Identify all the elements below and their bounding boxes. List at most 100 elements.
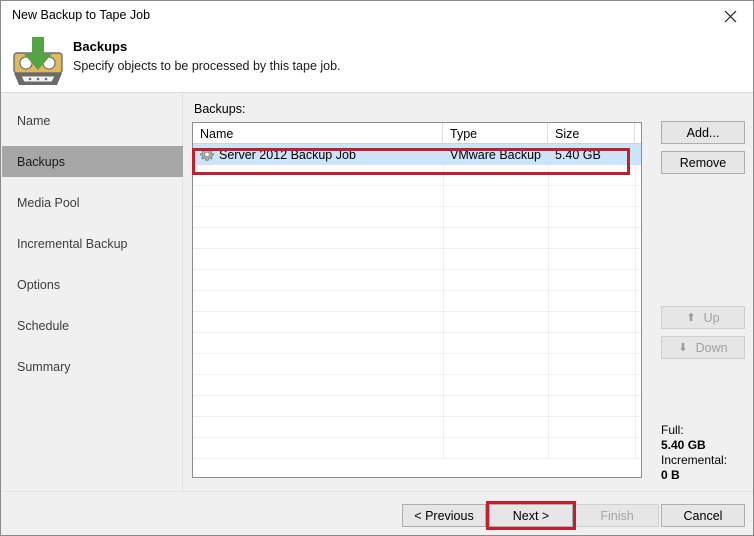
table-row-empty[interactable] <box>193 270 641 291</box>
column-divider <box>548 438 549 459</box>
column-divider <box>548 354 549 375</box>
page-subtitle: Specify objects to be processed by this … <box>73 59 341 73</box>
sidebar-item-label: Schedule <box>17 318 70 333</box>
table-row-empty[interactable] <box>193 312 641 333</box>
column-divider <box>635 165 636 186</box>
column-divider <box>548 396 549 417</box>
column-divider <box>443 291 444 312</box>
column-divider <box>443 375 444 396</box>
column-divider <box>635 186 636 207</box>
column-header-type[interactable]: Type <box>443 123 548 144</box>
table-row-empty[interactable] <box>193 186 641 207</box>
table-row-empty[interactable] <box>193 207 641 228</box>
column-divider <box>443 270 444 291</box>
column-divider <box>443 186 444 207</box>
column-divider <box>635 333 636 354</box>
incremental-value: 0 B <box>661 468 680 482</box>
table-row-empty[interactable] <box>193 333 641 354</box>
sidebar-item-label: Backups <box>17 154 65 169</box>
table-row-empty[interactable] <box>193 354 641 375</box>
table-row-empty[interactable] <box>193 438 641 459</box>
column-divider <box>548 270 549 291</box>
column-divider <box>548 333 549 354</box>
cell-size: 5.40 GB <box>555 147 601 162</box>
column-divider <box>635 249 636 270</box>
totals-summary: Full: 5.40 GB Incremental: 0 B <box>661 423 727 483</box>
sidebar-item-label: Incremental Backup <box>17 236 128 251</box>
column-divider <box>635 417 636 438</box>
column-divider <box>635 228 636 249</box>
column-divider <box>635 291 636 312</box>
button-label: Up <box>703 310 720 325</box>
column-divider <box>548 165 549 186</box>
column-header-size[interactable]: Size <box>548 123 635 144</box>
table-row-empty[interactable] <box>193 396 641 417</box>
main-panel: Backups: Name Type Size Server 2012 Backup… <box>183 93 753 491</box>
cancel-button[interactable]: Cancel <box>661 504 745 527</box>
column-divider <box>548 186 549 207</box>
table-row-empty[interactable] <box>193 249 641 270</box>
sidebar-item-media-pool[interactable]: Media Pool <box>2 187 183 218</box>
column-header-name[interactable]: Name <box>193 123 443 144</box>
column-divider <box>443 333 444 354</box>
column-divider <box>548 249 549 270</box>
add-button[interactable]: Add... <box>661 121 745 144</box>
sidebar-item-name[interactable]: Name <box>2 105 183 136</box>
arrow-up-icon: ⬆ <box>686 312 696 324</box>
column-divider <box>635 375 636 396</box>
column-divider <box>443 354 444 375</box>
column-divider <box>443 228 444 249</box>
button-label: Add... <box>686 125 720 140</box>
column-divider <box>548 375 549 396</box>
sidebar-item-incremental-backup[interactable]: Incremental Backup <box>2 228 183 259</box>
backups-table[interactable]: Name Type Size Server 2012 Backup Job VMwar… <box>192 122 642 478</box>
table-row-empty[interactable] <box>193 228 641 249</box>
table-row-empty[interactable] <box>193 291 641 312</box>
finish-button: Finish <box>575 504 659 527</box>
table-header-row: Name Type Size <box>193 123 641 144</box>
column-divider <box>635 207 636 228</box>
down-button: ⬇ Down <box>661 336 745 359</box>
column-divider <box>635 312 636 333</box>
column-divider <box>548 228 549 249</box>
cell-name: Server 2012 Backup Job <box>193 144 443 165</box>
column-divider <box>635 354 636 375</box>
dialog-window: New Backup to Tape Job Backups Specify o… <box>0 0 754 536</box>
column-header-spacer <box>635 123 641 144</box>
close-icon <box>724 10 736 23</box>
next-button[interactable]: Next > <box>489 504 573 527</box>
column-divider <box>635 270 636 291</box>
dialog-body: Name Backups Media Pool Incremental Backup O… <box>1 93 753 491</box>
close-button[interactable] <box>707 1 753 32</box>
table-row-empty[interactable] <box>193 165 641 186</box>
sidebar-item-options[interactable]: Options <box>2 269 183 300</box>
sidebar-item-summary[interactable]: Summary <box>2 351 183 382</box>
title-bar: New Backup to Tape Job <box>1 1 753 32</box>
backups-list-label: Backups: <box>194 102 246 116</box>
table-row-empty[interactable] <box>193 375 641 396</box>
column-divider <box>443 396 444 417</box>
page-title: Backups <box>73 39 128 54</box>
arrow-down-icon: ⬇ <box>678 342 688 354</box>
sidebar-item-schedule[interactable]: Schedule <box>2 310 183 341</box>
remove-button[interactable]: Remove <box>661 151 745 174</box>
sidebar-item-label: Name <box>17 113 51 128</box>
column-divider <box>443 438 444 459</box>
full-label: Full: <box>661 423 684 437</box>
column-divider <box>635 396 636 417</box>
wizard-steps-sidebar: Name Backups Media Pool Incremental Backup O… <box>2 93 183 491</box>
column-divider <box>548 291 549 312</box>
column-divider <box>548 312 549 333</box>
column-divider <box>635 438 636 459</box>
column-divider <box>548 417 549 438</box>
table-row-empty[interactable] <box>193 417 641 438</box>
column-divider <box>443 249 444 270</box>
full-value: 5.40 GB <box>661 438 706 452</box>
sidebar-item-label: Media Pool <box>17 195 80 210</box>
table-row[interactable]: Server 2012 Backup Job VMware Backup 5.40 … <box>193 144 641 165</box>
dialog-header: Backups Specify objects to be processed … <box>1 32 753 93</box>
button-label: Down <box>695 340 728 355</box>
previous-button[interactable]: < Previous <box>402 504 486 527</box>
sidebar-item-backups[interactable]: Backups <box>2 146 183 177</box>
tape-cartridge-download-icon <box>9 35 67 87</box>
